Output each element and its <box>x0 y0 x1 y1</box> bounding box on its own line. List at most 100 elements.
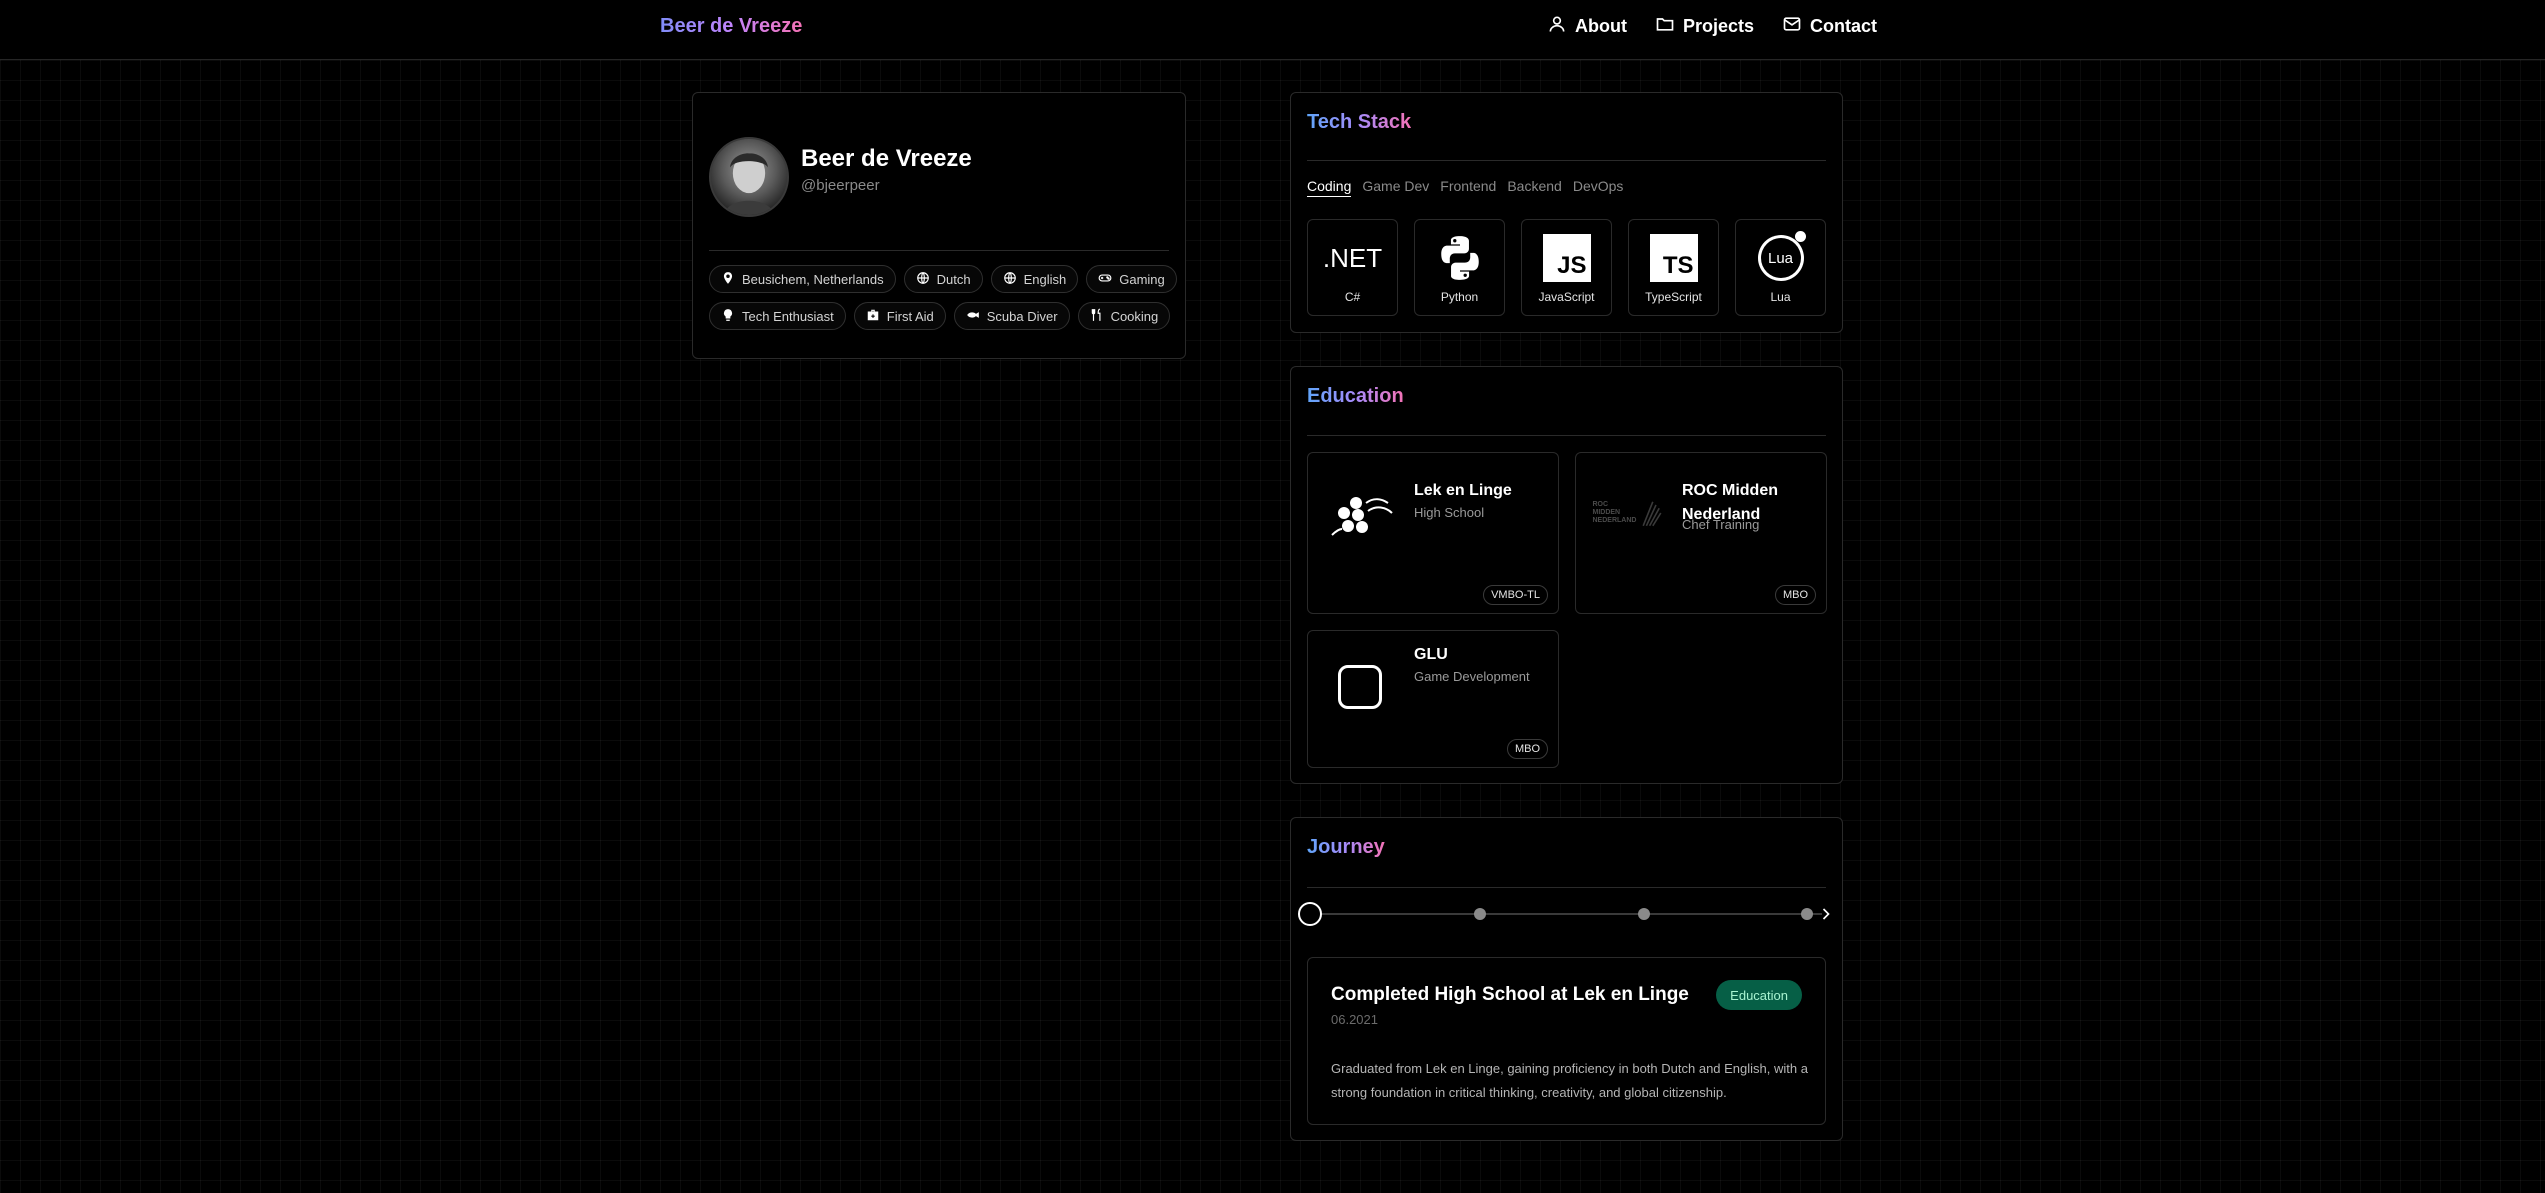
profile-tags: Beusichem, Netherlands Dutch English Gam… <box>709 265 1179 330</box>
tab-frontend[interactable]: Frontend <box>1440 178 1496 197</box>
lua-logo-icon: Lua <box>1757 231 1806 284</box>
nav-contact-label: Contact <box>1810 16 1877 36</box>
school-name: GLU <box>1414 646 1448 663</box>
tech-stack-tabs: Coding Game Dev Frontend Backend DevOps <box>1307 178 1623 197</box>
tag-label: English <box>1023 271 1067 287</box>
tech-label: Lua <box>1770 290 1791 304</box>
tag-label: Scuba Diver <box>986 308 1058 324</box>
education-divider <box>1307 435 1826 436</box>
tech-item-javascript: JS JavaScript <box>1521 219 1612 316</box>
tab-coding[interactable]: Coding <box>1307 178 1352 197</box>
map-pin-icon <box>721 271 735 288</box>
timeline-next-button[interactable] <box>1816 904 1836 924</box>
tech-item-typescript: TS TypeScript <box>1628 219 1719 316</box>
journey-card: Journey Completed High School at Lek en … <box>1290 817 1843 1141</box>
nav-contact-link[interactable]: Contact <box>1782 14 1877 39</box>
nav-projects-link[interactable]: Projects <box>1655 14 1754 39</box>
dotnet-logo-icon: .NET <box>1323 232 1382 284</box>
nav-about-link[interactable]: About <box>1547 14 1627 39</box>
tag-label: Tech Enthusiast <box>742 308 834 324</box>
nav-about-label: About <box>1574 16 1627 36</box>
profile-handle: @bjeerpeer <box>801 177 880 194</box>
school-level-badge: MBO <box>1506 739 1548 759</box>
profile-name: Beer de Vreeze <box>801 145 972 172</box>
lek-en-linge-logo-icon <box>1320 473 1400 553</box>
school-level-badge: MBO <box>1774 585 1816 605</box>
user-icon <box>1547 14 1567 39</box>
tag-label: Gaming <box>1119 271 1165 287</box>
school-type: Chef Training <box>1682 517 1760 532</box>
fish-icon <box>966 308 980 325</box>
school-level-badge: VMBO-TL <box>1483 585 1548 605</box>
first-aid-kit-icon <box>866 308 880 325</box>
tech-stack-title: Tech Stack <box>1307 111 1412 133</box>
typescript-logo-text: TS <box>1662 252 1694 279</box>
gamepad-icon <box>1098 271 1112 288</box>
tag-label: Cooking <box>1110 308 1159 324</box>
tag-location: Beusichem, Netherlands <box>709 265 896 293</box>
tag-label: Beusichem, Netherlands <box>742 271 884 287</box>
tech-stack-card: Tech Stack Coding Game Dev Frontend Back… <box>1290 92 1843 333</box>
javascript-logo-icon: JS <box>1542 232 1591 284</box>
timeline-point[interactable] <box>1638 908 1650 920</box>
tab-backend[interactable]: Backend <box>1507 178 1561 197</box>
lua-logo-text: Lua <box>1767 249 1794 267</box>
school-card-lek-en-linge[interactable]: Lek en Linge High School VMBO-TL <box>1307 452 1559 614</box>
top-navbar: Beer de Vreeze About Projects Contact <box>0 0 2545 60</box>
timeline-point-current[interactable] <box>1298 902 1322 926</box>
event-description: Graduated from Lek en Linge, gaining pro… <box>1331 1061 1808 1100</box>
glu-logo-icon <box>1320 647 1400 727</box>
tag-first-aid: First Aid <box>853 302 946 330</box>
timeline-track <box>1315 913 1822 915</box>
lightbulb-icon <box>721 308 735 325</box>
tech-item-csharp: .NET C# <box>1307 219 1398 316</box>
chevron-right-icon <box>1816 908 1836 928</box>
event-category-badge: Education <box>1716 980 1802 1010</box>
tech-stack-divider <box>1307 160 1826 161</box>
mail-icon <box>1782 14 1802 39</box>
globe-icon <box>916 271 930 288</box>
utensils-icon <box>1090 308 1104 325</box>
timeline-event-card: Completed High School at Lek en Linge 06… <box>1307 957 1826 1125</box>
tech-grid: .NET C# Python JS JavaScript TS TypeScri… <box>1307 219 1826 316</box>
tech-label: Python <box>1440 290 1479 304</box>
tech-item-lua: Lua Lua <box>1735 219 1826 316</box>
typescript-logo-icon: TS <box>1649 232 1698 284</box>
tag-label: Dutch <box>936 271 971 287</box>
tab-game-dev[interactable]: Game Dev <box>1362 178 1429 197</box>
timeline-point[interactable] <box>1801 908 1813 920</box>
folder-icon <box>1655 14 1675 39</box>
tab-devops[interactable]: DevOps <box>1573 178 1624 197</box>
tag-language-english: English <box>990 265 1079 293</box>
python-logo-icon <box>1435 232 1485 284</box>
tag-tech-enthusiast: Tech Enthusiast <box>709 302 846 330</box>
event-title: Completed High School at Lek en Linge <box>1331 984 1689 1005</box>
school-name: Lek en Linge <box>1414 482 1512 499</box>
roc-midden-nederland-logo-icon: ROC MIDDEN NEDERLAND <box>1588 473 1668 553</box>
tech-label: C# <box>1344 290 1361 304</box>
timeline-point[interactable] <box>1474 908 1486 920</box>
journey-divider <box>1307 887 1826 888</box>
tag-gaming: Gaming <box>1086 265 1177 293</box>
javascript-logo-text: JS <box>1557 252 1587 279</box>
school-card-glu[interactable]: GLU Game Development MBO <box>1307 630 1559 768</box>
tag-scuba-diver: Scuba Diver <box>953 302 1070 330</box>
tech-label: TypeScript <box>1645 290 1702 304</box>
roc-logo-text: ROC MIDDEN NEDERLAND <box>1592 501 1637 524</box>
education-card: Education Lek en Linge High School VMBO-… <box>1290 366 1843 784</box>
tech-item-python: Python <box>1414 219 1505 316</box>
brand-logo-text[interactable]: Beer de Vreeze <box>660 15 802 38</box>
event-date: 06.2021 <box>1331 1012 1378 1027</box>
avatar <box>709 137 789 217</box>
dotnet-logo-text: .NET <box>1322 242 1383 273</box>
main-nav: About Projects Contact <box>1547 14 1877 39</box>
school-type: Game Development <box>1414 669 1530 684</box>
tech-label: JavaScript <box>1538 290 1595 304</box>
profile-divider <box>709 250 1169 251</box>
school-type: High School <box>1414 505 1485 520</box>
nav-projects-label: Projects <box>1682 16 1754 36</box>
profile-card: Beer de Vreeze @bjeerpeer Beusichem, Net… <box>692 92 1186 359</box>
school-card-roc-midden-nederland[interactable]: ROC MIDDEN NEDERLAND ROC Midden Nederlan… <box>1575 452 1827 614</box>
journey-title: Journey <box>1307 836 1385 858</box>
tag-cooking: Cooking <box>1077 302 1171 330</box>
